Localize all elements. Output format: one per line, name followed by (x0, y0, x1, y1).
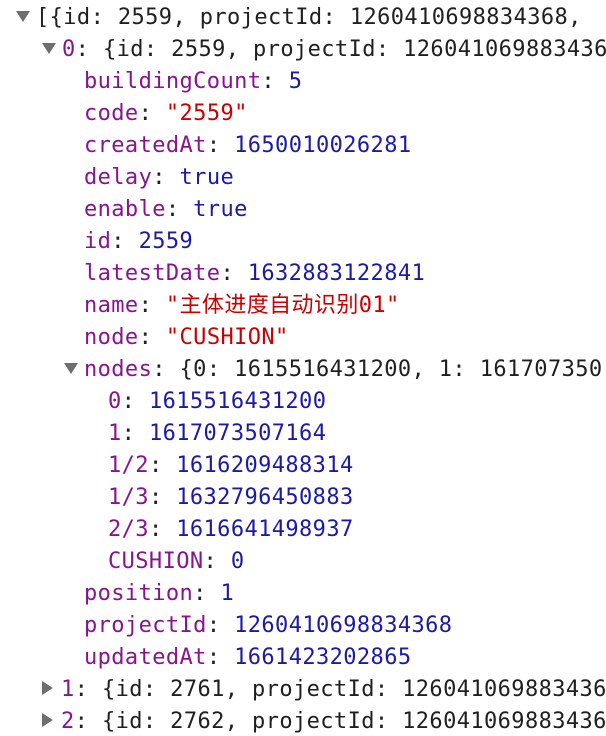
expand-triangle-icon[interactable] (42, 42, 56, 54)
property-row: buildingCount: 5 (84, 69, 303, 94)
object-summary: {id: 2761, projectId: 126041069883436 (101, 677, 606, 702)
property-row: id: 2559 (84, 229, 194, 254)
array-index: 0 (62, 37, 76, 62)
property-key: nodes (84, 357, 153, 382)
property-key: position (84, 581, 194, 606)
entry-value: 1632796450883 (176, 485, 354, 510)
property-row: code: "2559" (84, 101, 248, 126)
property-value: 1 (220, 581, 235, 606)
property-value: "2559" (165, 101, 248, 126)
property-key: createdAt (84, 133, 207, 158)
property-row: createdAt: 1650010026281 (84, 133, 412, 158)
property-row: name: "主体进度自动识别01" (84, 293, 400, 318)
nodes-entry-row: 1: 1617073507164 (108, 421, 327, 446)
property-key: projectId (84, 613, 207, 638)
property-value: true (179, 165, 235, 190)
expand-triangle-icon[interactable] (16, 10, 30, 22)
entry-value: 0 (230, 549, 245, 574)
collapse-triangle-icon[interactable] (42, 713, 53, 727)
property-value: "CUSHION" (165, 325, 289, 350)
property-key: delay (84, 165, 153, 190)
property-key: updatedAt (84, 645, 207, 670)
entry-value: 1615516431200 (148, 389, 327, 414)
property-key: buildingCount (84, 69, 262, 94)
entry-key: 1/3 (108, 485, 149, 510)
property-row: updatedAt: 1661423202865 (84, 645, 412, 670)
property-value: 1650010026281 (234, 133, 412, 158)
array-index: 1 (61, 677, 75, 702)
array-item-2-row[interactable]: 2: {id: 2762, projectId: 126041069883436 (42, 706, 606, 736)
property-row: latestDate: 1632883122841 (84, 261, 426, 286)
property-key: code (84, 101, 139, 126)
entry-value: 1616641498937 (176, 517, 354, 542)
property-value: true (193, 197, 248, 222)
property-key: id (84, 229, 112, 254)
property-value: 5 (288, 69, 303, 94)
property-value: 1632883122841 (247, 261, 426, 286)
property-row: node: "CUSHION" (84, 325, 289, 350)
property-value: "主体进度自动识别01" (165, 293, 400, 318)
object-summary: {0: 1615516431200, 1: 161707350 (179, 357, 603, 382)
nodes-entry-row: 0: 1615516431200 (108, 389, 327, 414)
property-key: name (84, 293, 139, 318)
entry-key: 1/2 (108, 453, 149, 478)
property-row: position: 1 (84, 581, 235, 606)
collapse-triangle-icon[interactable] (42, 681, 53, 695)
entry-value: 1617073507164 (148, 421, 327, 446)
object-summary: {id: 2559, projectId: 126041069883436 (102, 37, 606, 62)
entry-key: 1 (108, 421, 122, 446)
root-array-row[interactable]: [{id: 2559, projectId: 1260410698834368, (16, 2, 606, 34)
object-summary: {id: 2762, projectId: 126041069883436 (101, 709, 606, 734)
entry-key: CUSHION (108, 549, 204, 574)
entry-key: 0 (108, 389, 122, 414)
nodes-row[interactable]: nodes: {0: 1615516431200, 1: 161707350 (64, 354, 606, 386)
entry-value: 1616209488314 (176, 453, 354, 478)
property-key: latestDate (84, 261, 221, 286)
property-value: 1661423202865 (234, 645, 412, 670)
property-row: projectId: 1260410698834368 (84, 613, 453, 638)
expand-triangle-icon[interactable] (64, 362, 78, 374)
array-item-0-row[interactable]: 0: {id: 2559, projectId: 126041069883436 (42, 34, 606, 66)
property-value: 1260410698834368 (234, 613, 453, 638)
property-key: enable (84, 197, 166, 222)
nodes-entry-row: 2/3: 1616641498937 (108, 517, 354, 542)
root-array-summary: [{id: 2559, projectId: 1260410698834368, (36, 5, 582, 30)
property-row: delay: true (84, 165, 235, 190)
property-value: 2559 (138, 229, 194, 254)
array-item-1-row[interactable]: 1: {id: 2761, projectId: 126041069883436 (42, 674, 606, 706)
nodes-entry-row: CUSHION: 0 (108, 549, 245, 574)
nodes-entry-row: 1/2: 1616209488314 (108, 453, 354, 478)
nodes-entry-row: 1/3: 1632796450883 (108, 485, 354, 510)
entry-key: 2/3 (108, 517, 149, 542)
array-index: 2 (61, 709, 75, 734)
property-row: enable: true (84, 197, 248, 222)
property-key: node (84, 325, 139, 350)
console-output: [{id: 2559, projectId: 1260410698834368,… (0, 0, 606, 736)
